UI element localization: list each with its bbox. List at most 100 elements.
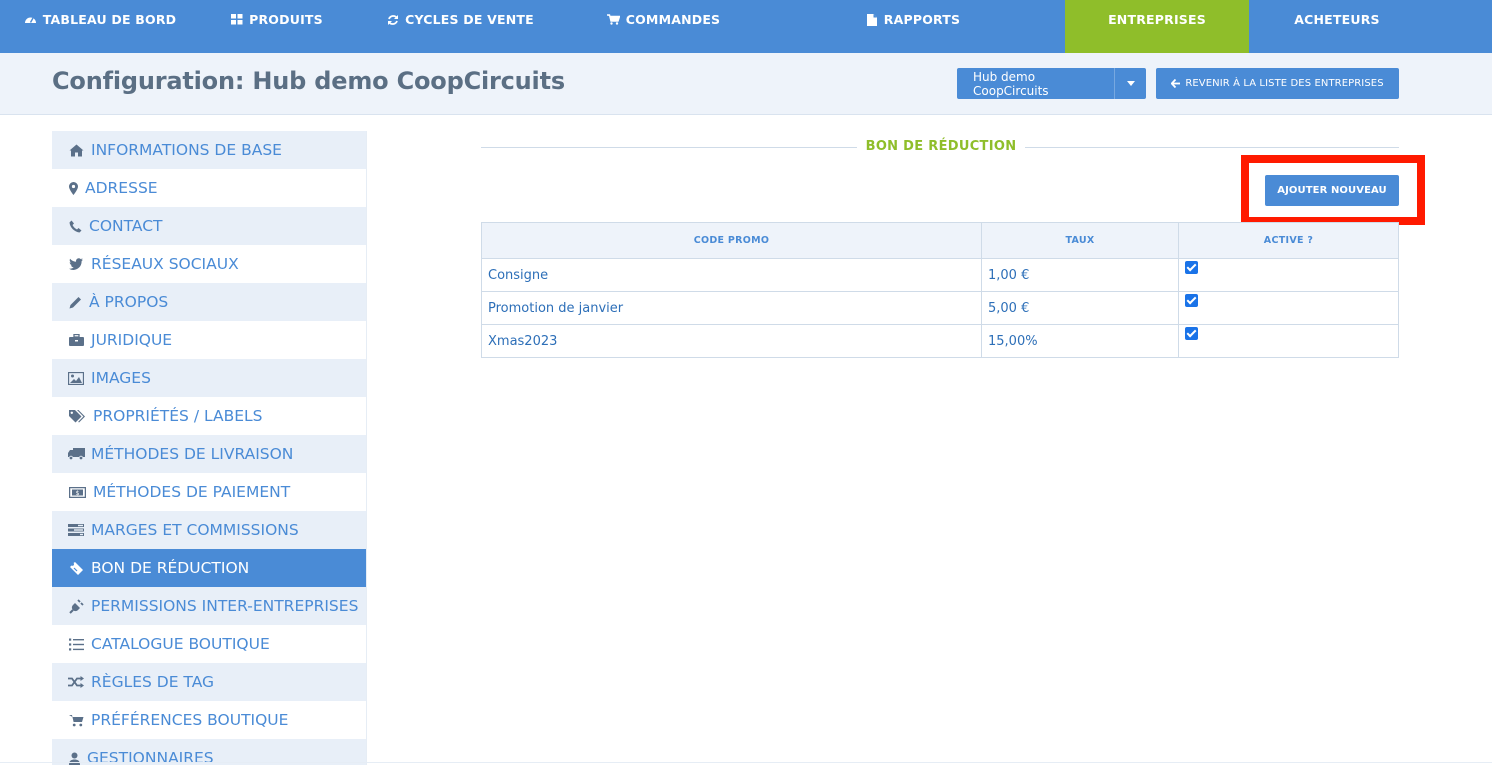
- sidebar-item-label: CATALOGUE BOUTIQUE: [91, 635, 270, 653]
- section-title: BON DE RÉDUCTION: [865, 139, 1017, 154]
- sidebar-item-label: RÈGLES DE TAG: [91, 673, 215, 691]
- home-icon: [67, 142, 85, 158]
- hub-select-dropdown[interactable]: Hub demo CoopCircuits: [957, 68, 1146, 99]
- truck-icon: [67, 446, 85, 462]
- column-header-code-promo[interactable]: CODE PROMO: [481, 222, 982, 259]
- page-bottom-border: [0, 762, 1492, 763]
- sidebar-item-label: MÉTHODES DE LIVRAISON: [91, 445, 294, 463]
- vouchers-table: CODE PROMO TAUX ACTIVE ? Consigne 1,00 €…: [481, 222, 1399, 358]
- section-divider-left: [481, 147, 857, 148]
- arrow-left-icon: [1171, 79, 1181, 88]
- active-checkbox[interactable]: [1185, 326, 1198, 340]
- settings-sidebar: INFORMATIONS DE BASE ADRESSE CONTACT RÉS…: [52, 131, 367, 765]
- nav-label: ACHETEURS: [1294, 12, 1380, 27]
- chevron-down-icon: [1114, 68, 1146, 99]
- refresh-icon: [386, 14, 400, 26]
- sidebar-item-regles-de-tag[interactable]: RÈGLES DE TAG: [52, 663, 367, 701]
- add-new-button[interactable]: AJOUTER NOUVEAU: [1265, 175, 1399, 206]
- voucher-active-cell: [1178, 291, 1399, 325]
- file-icon: [865, 13, 879, 26]
- voucher-code-link[interactable]: Promotion de janvier: [481, 291, 982, 325]
- back-to-enterprises-button[interactable]: REVENIR À LA LISTE DES ENTREPRISES: [1156, 68, 1399, 99]
- voucher-rate: 15,00%: [981, 324, 1179, 358]
- cart-icon: [607, 14, 621, 26]
- voucher-rate: 5,00 €: [981, 291, 1179, 325]
- page-title: Configuration: Hub demo CoopCircuits: [52, 67, 565, 95]
- sidebar-item-images[interactable]: IMAGES: [52, 359, 367, 397]
- sidebar-item-preferences-boutique[interactable]: PRÉFÉRENCES BOUTIQUE: [52, 701, 367, 739]
- pencil-icon: [67, 294, 83, 310]
- plug-icon: [67, 598, 85, 614]
- voucher-code-link[interactable]: Consigne: [481, 258, 982, 292]
- map-marker-icon: [67, 180, 79, 196]
- nav-label: PRODUITS: [249, 12, 323, 27]
- hub-select-value: Hub demo CoopCircuits: [973, 69, 1049, 98]
- sidebar-item-methodes-de-livraison[interactable]: MÉTHODES DE LIVRAISON: [52, 435, 367, 473]
- column-header-active[interactable]: ACTIVE ?: [1178, 222, 1399, 259]
- nav-label: COMMANDES: [625, 12, 721, 27]
- sidebar-item-label: ADRESSE: [85, 179, 158, 197]
- grid-icon: [230, 14, 244, 26]
- sidebar-item-a-propos[interactable]: À PROPOS: [52, 283, 367, 321]
- sidebar-item-label: À PROPOS: [89, 293, 169, 311]
- sidebar-item-adresse[interactable]: ADRESSE: [52, 169, 367, 207]
- nav-produits[interactable]: PRODUITS: [200, 0, 353, 53]
- sidebar-item-marges-et-commissions[interactable]: MARGES ET COMMISSIONS: [52, 511, 367, 549]
- top-nav: TABLEAU DE BORD PRODUITS CYCLES DE VENTE…: [0, 0, 1492, 61]
- phone-icon: [67, 218, 83, 234]
- page-header: Configuration: Hub demo CoopCircuits Hub…: [0, 53, 1492, 115]
- money-icon: $: [67, 484, 87, 500]
- list-icon: [67, 636, 85, 652]
- back-button-label: REVENIR À LA LISTE DES ENTREPRISES: [1185, 78, 1384, 89]
- voucher-active-cell: [1178, 324, 1399, 358]
- sidebar-item-label: RÉSEAUX SOCIAUX: [91, 255, 239, 273]
- briefcase-icon: [67, 332, 85, 348]
- nav-label: CYCLES DE VENTE: [405, 12, 534, 27]
- sidebar-item-bon-de-reduction[interactable]: BON DE RÉDUCTION: [52, 549, 367, 587]
- sidebar-item-label: PRÉFÉRENCES BOUTIQUE: [91, 711, 289, 729]
- sidebar-item-label: CONTACT: [89, 217, 163, 235]
- voucher-code-link[interactable]: Xmas2023: [481, 324, 982, 358]
- sidebar-item-informations-de-base[interactable]: INFORMATIONS DE BASE: [52, 131, 367, 169]
- sidebar-item-label: PROPRIÉTÉS / LABELS: [93, 407, 263, 425]
- voucher-active-cell: [1178, 258, 1399, 292]
- nav-rapports[interactable]: RAPPORTS: [760, 0, 1065, 53]
- nav-label: ENTREPRISES: [1108, 12, 1206, 27]
- nav-tableau-de-bord[interactable]: TABLEAU DE BORD: [0, 0, 200, 53]
- sidebar-item-juridique[interactable]: JURIDIQUE: [52, 321, 367, 359]
- sidebar-item-catalogue-boutique[interactable]: CATALOGUE BOUTIQUE: [52, 625, 367, 663]
- sidebar-item-proprietes-labels[interactable]: PROPRIÉTÉS / LABELS: [52, 397, 367, 435]
- sidebar-item-reseaux-sociaux[interactable]: RÉSEAUX SOCIAUX: [52, 245, 367, 283]
- nav-commandes[interactable]: COMMANDES: [567, 0, 760, 53]
- sidebar-item-label: INFORMATIONS DE BASE: [91, 141, 282, 159]
- sidebar-item-label: PERMISSIONS INTER-ENTREPRISES: [91, 597, 359, 615]
- nav-label: RAPPORTS: [883, 12, 961, 27]
- sidebar-item-label: IMAGES: [91, 369, 151, 387]
- svg-text:$: $: [75, 489, 79, 496]
- active-checkbox[interactable]: [1185, 260, 1198, 274]
- sidebar-item-label: BON DE RÉDUCTION: [91, 559, 250, 577]
- image-icon: [67, 370, 85, 386]
- sidebar-divider: [366, 131, 367, 765]
- table-row: Promotion de janvier 5,00 €: [481, 291, 1399, 325]
- cart-icon: [67, 712, 85, 728]
- random-icon: [67, 674, 85, 690]
- sidebar-item-permissions-inter-entreprises[interactable]: PERMISSIONS INTER-ENTREPRISES: [52, 587, 367, 625]
- active-checkbox[interactable]: [1185, 293, 1198, 307]
- sidebar-item-label: JURIDIQUE: [91, 331, 173, 349]
- ticket-icon: [67, 560, 85, 576]
- sidebar-item-label: MARGES ET COMMISSIONS: [91, 521, 299, 539]
- sidebar-item-methodes-de-paiement[interactable]: $ MÉTHODES DE PAIEMENT: [52, 473, 367, 511]
- table-header-row: CODE PROMO TAUX ACTIVE ?: [481, 222, 1399, 259]
- nav-label: TABLEAU DE BORD: [42, 12, 177, 27]
- table-row: Xmas2023 15,00%: [481, 324, 1399, 358]
- voucher-rate: 1,00 €: [981, 258, 1179, 292]
- sidebar-item-label: MÉTHODES DE PAIEMENT: [93, 483, 291, 501]
- sidebar-item-contact[interactable]: CONTACT: [52, 207, 367, 245]
- tasks-icon: [67, 522, 85, 538]
- nav-cycles-de-vente[interactable]: CYCLES DE VENTE: [353, 0, 567, 53]
- section-divider-right: [1025, 147, 1399, 148]
- nav-entreprises[interactable]: ENTREPRISES: [1065, 0, 1249, 61]
- column-header-taux[interactable]: TAUX: [981, 222, 1179, 259]
- nav-acheteurs[interactable]: ACHETEURS: [1249, 0, 1425, 53]
